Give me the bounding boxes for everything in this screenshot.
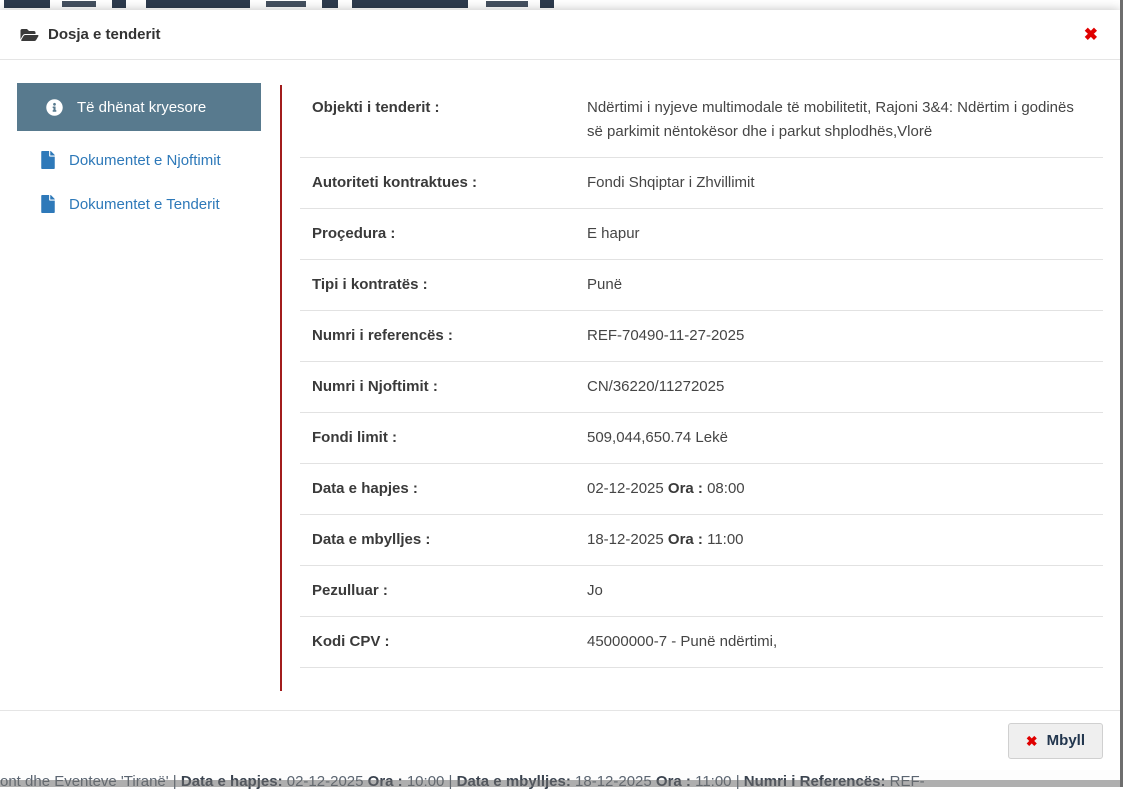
- modal-body: Të dhënat kryesore Dokumentet e Njoftimit…: [0, 60, 1120, 709]
- detail-row-autoriteti-kontraktues: Autoriteti kontraktues : Fondi Shqiptar i…: [300, 158, 1103, 209]
- detail-label: Objekti i tenderit :: [312, 99, 440, 116]
- detail-value: Ndërtimi i nyjeve multimodale të mobilit…: [587, 99, 1074, 140]
- detail-value: Fondi Shqiptar i Zhvillimit: [587, 174, 755, 191]
- detail-row-procedura: Proçedura : E hapur: [300, 209, 1103, 260]
- detail-label: Numri i referencës :: [312, 327, 453, 344]
- modal-footer: ✖ Mbyll: [0, 710, 1120, 770]
- file-icon: [38, 195, 57, 213]
- detail-row-numri-i-njoftimit: Numri i Njoftimit : CN/36220/11272025: [300, 362, 1103, 413]
- detail-label: Kodi CPV :: [312, 633, 390, 650]
- detail-row-data-e-mbylljes: Data e mbylljes : 18-12-2025 Ora : 11:00: [300, 515, 1103, 566]
- sidebar-item-label: Të dhënat kryesore: [77, 98, 207, 116]
- sidebar-item-dokumentet-e-njoftimit[interactable]: Dokumentet e Njoftimit: [38, 145, 261, 175]
- detail-row-tipi-i-kontrates: Tipi i kontratës : Punë: [300, 260, 1103, 311]
- detail-row-numri-i-references: Numri i referencës : REF-70490-11-27-2025: [300, 311, 1103, 362]
- background-page-top-fragment: [0, 0, 1120, 10]
- detail-value: Punë: [587, 276, 623, 293]
- detail-value: REF-70490-11-27-2025: [587, 327, 745, 344]
- detail-value: CN/36220/11272025: [587, 378, 725, 395]
- background-page-bottom-fragment: ont dhe Eventeve 'Tiranë' | Data e hapje…: [0, 770, 1120, 790]
- detail-label: Proçedura :: [312, 225, 396, 242]
- sidebar-item-label: Dokumentet e Tenderit: [69, 195, 220, 213]
- detail-value: E hapur: [587, 225, 640, 242]
- detail-label: Numri i Njoftimit :: [312, 378, 438, 395]
- modal-sidebar: Të dhënat kryesore Dokumentet e Njoftimit…: [17, 83, 261, 219]
- sidebar-item-dokumentet-e-tenderit[interactable]: Dokumentet e Tenderit: [38, 189, 261, 219]
- sidebar-item-label: Dokumentet e Njoftimit: [69, 151, 221, 169]
- vertical-divider: [280, 85, 282, 691]
- mbyll-close-button[interactable]: ✖ Mbyll: [1007, 722, 1103, 759]
- detail-row-pezulluar: Pezulluar : Jo: [300, 566, 1103, 617]
- sidebar-item-te-dhenat-kryesore[interactable]: Të dhënat kryesore: [17, 83, 261, 131]
- detail-label: Data e hapjes :: [312, 480, 418, 497]
- detail-value: 509,044,650.74 Lekë: [587, 429, 728, 446]
- backdrop-shade: [0, 780, 1120, 787]
- detail-row-data-e-hapjes: Data e hapjes : 02-12-2025 Ora : 08:00: [300, 464, 1103, 515]
- folder-open-icon: [20, 27, 39, 43]
- detail-row-kodi-cpv: Kodi CPV : 45000000-7 - Punë ndërtimi,: [300, 617, 1103, 668]
- detail-label: Fondi limit :: [312, 429, 397, 446]
- modal-title: Dosja e tenderit: [20, 26, 161, 43]
- detail-row-objekti-i-tenderit: Objekti i tenderit : Ndërtimi i nyjeve mu…: [300, 83, 1103, 158]
- detail-label: Tipi i kontratës :: [312, 276, 428, 293]
- file-icon: [38, 151, 57, 169]
- modal-header: Dosja e tenderit ✖: [0, 10, 1120, 60]
- close-x-icon[interactable]: ✖: [1084, 26, 1098, 43]
- detail-label: Data e mbylljes :: [312, 531, 431, 548]
- tender-details: Objekti i tenderit : Ndërtimi i nyjeve mu…: [300, 83, 1103, 668]
- detail-value: Jo: [587, 582, 603, 599]
- close-x-icon: ✖: [1025, 732, 1038, 749]
- detail-label: Pezulluar :: [312, 582, 388, 599]
- modal-title-text: Dosja e tenderit: [48, 26, 161, 43]
- info-circle-icon: [45, 98, 64, 116]
- close-button-label: Mbyll: [1046, 731, 1085, 749]
- detail-row-fondi-limit: Fondi limit : 509,044,650.74 Lekë: [300, 413, 1103, 464]
- detail-value: 02-12-2025 Ora : 08:00: [587, 480, 745, 497]
- detail-value: 45000000-7 - Punë ndërtimi,: [587, 633, 778, 650]
- tender-file-modal: Dosja e tenderit ✖ Të dhënat kryesore Dok…: [0, 10, 1120, 770]
- detail-value: 18-12-2025 Ora : 11:00: [587, 531, 744, 548]
- detail-label: Autoriteti kontraktues :: [312, 174, 478, 191]
